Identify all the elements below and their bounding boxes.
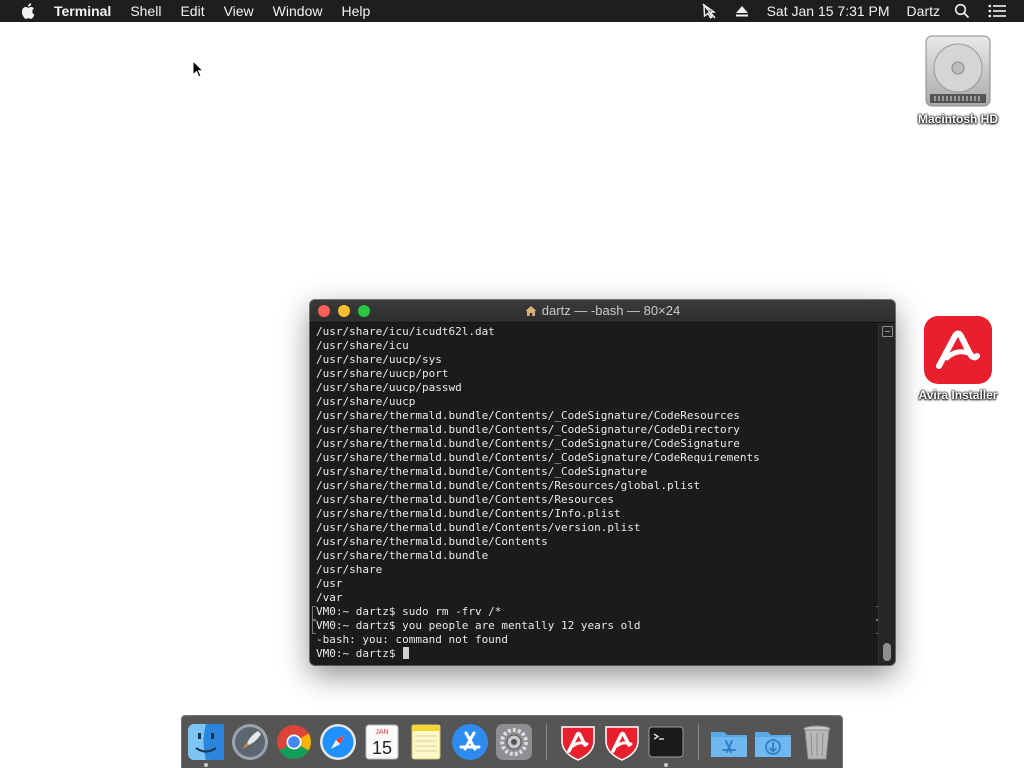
- avira-icon: [561, 726, 595, 761]
- menu-view[interactable]: View: [224, 3, 254, 19]
- terminal-line: /usr/share/uucp: [316, 395, 416, 408]
- terminal-line: /usr/share/thermald.bundle/Contents/Reso…: [316, 479, 701, 492]
- running-indicator: [204, 763, 208, 767]
- menu-clock[interactable]: Sat Jan 15 7:31 PM: [767, 3, 890, 19]
- dock-chrome[interactable]: [275, 723, 313, 761]
- dock-notes[interactable]: [407, 723, 445, 761]
- dock-launchpad[interactable]: [231, 723, 269, 761]
- launchpad-icon: [232, 724, 268, 760]
- eject-icon[interactable]: [735, 4, 749, 18]
- terminal-line: /usr/share/thermald.bundle/Contents/vers…: [316, 521, 641, 534]
- calendar-month: JAN: [375, 729, 388, 736]
- terminal-prompt-line[interactable]: VM0:~ dartz$: [316, 647, 879, 661]
- dock-calendar[interactable]: JAN 15: [363, 723, 401, 761]
- menu-window[interactable]: Window: [273, 3, 323, 19]
- terminal-line: /usr/share/thermald.bundle/Contents/_Cod…: [316, 465, 648, 478]
- terminal-titlebar[interactable]: dartz — -bash — 80×24: [310, 300, 895, 323]
- applications-folder-icon: [711, 732, 747, 757]
- terminal-line: /usr/share/thermald.bundle/Contents/_Cod…: [316, 409, 740, 422]
- terminal-line: -bash: you: command not found: [316, 633, 509, 646]
- terminal-line: /usr/share/uucp/passwd: [316, 381, 462, 394]
- terminal-line: /usr/share: [316, 563, 383, 576]
- dock-avira[interactable]: [603, 723, 641, 761]
- terminal-line: /usr/share/uucp/port: [316, 367, 449, 380]
- menu-app-name[interactable]: Terminal: [54, 3, 111, 19]
- notes-icon: [411, 724, 441, 760]
- terminal-line: /usr/share/icu/icudt62l.dat: [316, 325, 495, 338]
- terminal-window[interactable]: dartz — -bash — 80×24 /usr/share/icu/icu…: [310, 300, 895, 665]
- menu-help[interactable]: Help: [341, 3, 370, 19]
- running-indicator: [664, 763, 668, 767]
- notification-center-icon[interactable]: [988, 4, 1006, 18]
- terminal-command-line: VM0:~ dartz$ sudo rm -frv /*: [312, 605, 880, 620]
- dock-app-store[interactable]: [451, 723, 489, 761]
- desktop-icon-label: Avira Installer: [918, 388, 998, 402]
- terminal-line: /usr/share/thermald.bundle/Contents/Info…: [316, 507, 621, 520]
- terminal-line: /usr/share/thermald.bundle/Contents: [316, 535, 548, 548]
- terminal-line: /usr/share/icu: [316, 339, 409, 352]
- dock-finder[interactable]: [187, 723, 225, 767]
- desktop-icon-label: Macintosh HD: [917, 112, 998, 126]
- apple-menu-icon[interactable]: [17, 0, 39, 22]
- dock-avira[interactable]: [559, 723, 597, 761]
- desktop-icon-avira-installer[interactable]: Avira Installer: [908, 316, 1008, 402]
- chrome-icon: [277, 725, 311, 759]
- system-preferences-icon: [496, 724, 532, 760]
- dock-downloads-folder[interactable]: [754, 723, 792, 761]
- safari-icon: [320, 724, 356, 760]
- menu-edit[interactable]: Edit: [180, 3, 204, 19]
- calendar-day: 15: [372, 738, 392, 758]
- avira-icon: [605, 726, 639, 761]
- menu-shell[interactable]: Shell: [130, 3, 161, 19]
- dock-applications-folder[interactable]: [710, 723, 748, 761]
- dock-separator: [698, 724, 699, 760]
- terminal-line: /usr/share/thermald.bundle/Contents/Reso…: [316, 493, 615, 506]
- window-title-text: dartz — -bash — 80×24: [541, 303, 681, 318]
- dock: JAN 15: [181, 715, 843, 768]
- terminal-scrollbar[interactable]: [878, 323, 895, 665]
- downloads-folder-icon: [755, 732, 791, 757]
- menu-user[interactable]: Dartz: [907, 3, 940, 19]
- dock-trash[interactable]: [798, 723, 836, 761]
- finder-icon: [188, 724, 224, 760]
- calendar-icon: JAN 15: [365, 724, 399, 760]
- dock-system-preferences[interactable]: [495, 723, 533, 761]
- menu-bar: Terminal Shell Edit View Window Help Sat…: [0, 0, 1024, 22]
- mouse-pointer-icon: [192, 59, 205, 83]
- accessibility-pointer-icon[interactable]: [701, 3, 717, 19]
- terminal-command-line: VM0:~ dartz$ you people are mentally 12 …: [312, 619, 880, 634]
- terminal-line: /usr/share/thermald.bundle: [316, 549, 489, 562]
- window-title: dartz — -bash — 80×24: [310, 300, 895, 322]
- terminal-line: /usr/share/thermald.bundle/Contents/_Cod…: [316, 437, 740, 450]
- terminal-line: /usr/share/thermald.bundle/Contents/_Cod…: [316, 423, 740, 436]
- app-store-icon: [452, 724, 488, 760]
- terminal-line: /usr/share/thermald.bundle/Contents/_Cod…: [316, 451, 760, 464]
- terminal-line: /usr/share/uucp/sys: [316, 353, 442, 366]
- split-pane-button[interactable]: [882, 326, 893, 337]
- spotlight-search-icon[interactable]: [954, 3, 970, 19]
- terminal-icon: [648, 726, 684, 758]
- desktop-icon-macintosh-hd[interactable]: Macintosh HD: [908, 32, 1008, 126]
- dock-terminal[interactable]: [647, 723, 685, 767]
- text-cursor: [403, 647, 410, 659]
- dock-separator: [546, 724, 547, 760]
- scrollbar-thumb[interactable]: [883, 643, 891, 661]
- terminal-line: /var: [316, 591, 343, 604]
- terminal-prompt: VM0:~ dartz$: [316, 647, 403, 660]
- terminal-line: /usr: [316, 577, 343, 590]
- hard-drive-icon: [920, 32, 996, 108]
- avira-icon: [924, 316, 992, 384]
- terminal-output[interactable]: /usr/share/icu/icudt62l.dat /usr/share/i…: [310, 323, 880, 665]
- dock-safari[interactable]: [319, 723, 357, 761]
- home-icon: [525, 302, 537, 324]
- trash-icon: [803, 725, 831, 760]
